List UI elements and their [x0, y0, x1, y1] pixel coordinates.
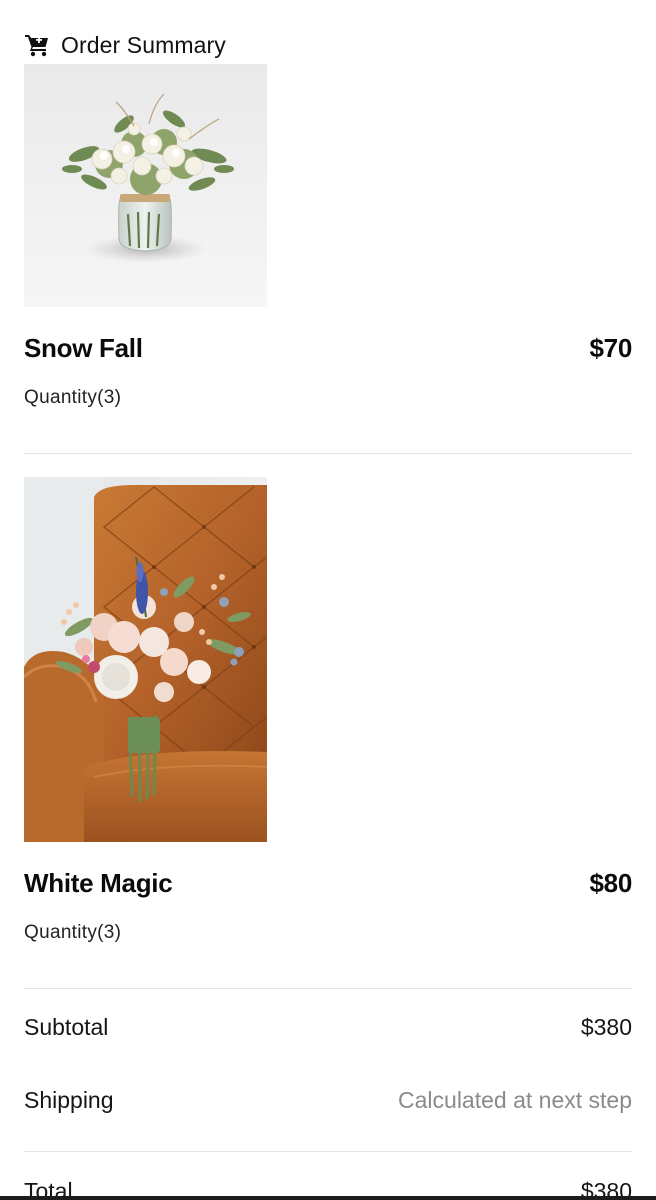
bottom-bar: [0, 1196, 656, 1200]
product-quantity: Quantity(3): [24, 387, 122, 408]
item-divider: [24, 453, 632, 454]
summary-divider: [24, 988, 632, 989]
order-summary-header: Order Summary: [24, 29, 226, 61]
shipping-label: Shipping: [24, 1087, 114, 1113]
product-name[interactable]: Snow Fall: [24, 333, 143, 364]
page-title: Order Summary: [61, 31, 226, 58]
product-image-snow-fall[interactable]: [24, 64, 267, 307]
product-image-white-magic[interactable]: [24, 477, 267, 842]
product-name[interactable]: White Magic: [24, 868, 173, 899]
product-quantity: Quantity(3): [24, 922, 122, 943]
product-price: $70: [589, 333, 633, 363]
total-divider: [24, 1151, 632, 1152]
order-summary-page: Order Summary Snow Fall $70 Quantity(3) …: [0, 0, 656, 1200]
subtotal-label: Subtotal: [24, 1014, 109, 1040]
cart-icon: [24, 32, 50, 58]
subtotal-value: $380: [580, 1014, 632, 1040]
product-price: $80: [589, 868, 633, 898]
shipping-value: Calculated at next step: [398, 1087, 632, 1113]
